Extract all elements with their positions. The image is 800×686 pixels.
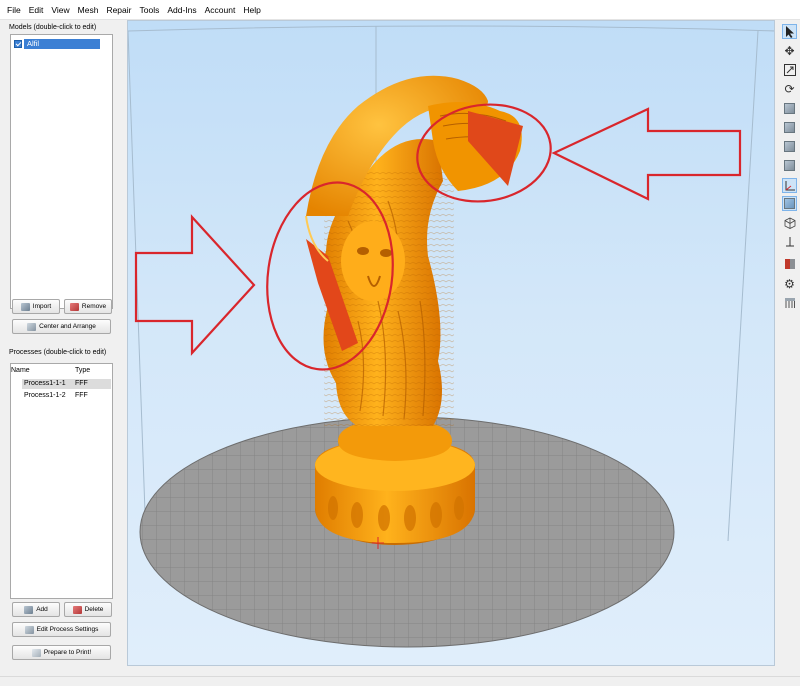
menu-file[interactable]: File [3,0,25,20]
print-icon [31,648,41,657]
menu-bar: File Edit View Mesh Repair Tools Add-Ins… [0,0,800,20]
view-cube-icon[interactable] [782,101,797,116]
status-bar [0,676,800,686]
table-row[interactable]: Process1-1-1 FFF [22,379,111,389]
perpendicular-icon[interactable] [782,234,797,249]
delete-process-button[interactable]: Delete [64,602,112,617]
menu-edit[interactable]: Edit [25,0,48,20]
edit-process-settings-button[interactable]: Edit Process Settings [12,622,111,637]
annotation-arrow-right-pointing [134,214,256,356]
settings-gear-icon[interactable]: ⚙ [782,276,797,291]
column-name-header[interactable]: Name [11,367,75,374]
left-panel: Models (double-click to edit) Alfil Impo… [0,20,122,686]
menu-tools[interactable]: Tools [135,0,163,20]
menu-view[interactable]: View [47,0,73,20]
add-icon [24,605,34,614]
select-pointer-icon[interactable] [782,24,797,39]
models-list[interactable]: Alfil [10,34,113,309]
models-label: Models (double-click to edit) [9,24,97,31]
edit-settings-icon [24,625,34,634]
wireframe-icon[interactable] [782,215,797,230]
model-checkbox[interactable] [14,39,22,48]
view-cube-icon[interactable] [782,139,797,154]
move-icon[interactable]: ✥ [782,43,797,58]
prepare-to-print-button[interactable]: Prepare to Print! [12,645,111,660]
menu-help[interactable]: Help [239,0,264,20]
3d-viewport[interactable] [127,20,775,666]
axis-icon[interactable] [782,178,797,193]
simplify3d-window: File Edit View Mesh Repair Tools Add-Ins… [0,0,800,686]
scale-icon[interactable] [782,62,797,77]
menu-account[interactable]: Account [201,0,240,20]
remove-button[interactable]: Remove [64,299,112,314]
rotate-icon[interactable]: ⟳ [782,81,797,96]
processes-label: Processes (double-click to edit) [9,349,107,356]
section-view-icon[interactable] [782,256,797,271]
menu-repair[interactable]: Repair [102,0,135,20]
processes-table-header: Name Type [11,367,90,374]
view-cube-icon[interactable] [782,196,797,211]
support-icon[interactable] [782,295,797,310]
menu-mesh[interactable]: Mesh [74,0,103,20]
center-and-arrange-button[interactable]: Center and Arrange [12,319,111,334]
view-cube-icon[interactable] [782,158,797,173]
column-type-header[interactable]: Type [75,367,90,374]
table-row[interactable]: Process1-1-2 FFF [22,391,111,401]
view-cube-icon[interactable] [782,120,797,135]
import-icon [20,302,30,311]
remove-icon [69,302,79,311]
add-process-button[interactable]: Add [12,602,60,617]
model-name: Alfil [24,38,100,49]
scene-svg [128,25,774,648]
import-button[interactable]: Import [12,299,60,314]
delete-icon [72,605,82,614]
view-toolbar: ✥ ⟳ ⚙ [779,20,800,320]
menu-add-ins[interactable]: Add-Ins [163,0,200,20]
annotation-arrow-left-pointing [551,107,742,201]
center-arrange-icon [27,322,37,331]
list-item[interactable]: Alfil [14,38,100,49]
